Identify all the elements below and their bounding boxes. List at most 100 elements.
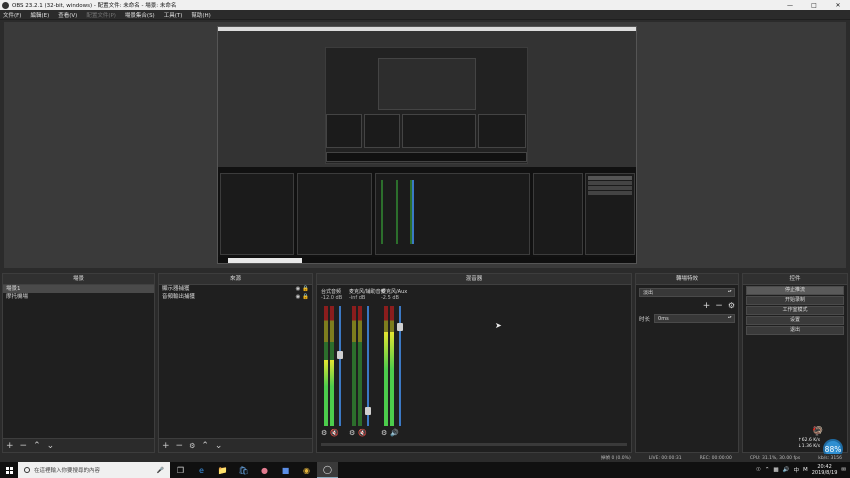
volume-fader[interactable] [397, 306, 403, 426]
obs-logo-icon [2, 1, 9, 9]
exit-button[interactable]: 退出 [746, 326, 844, 335]
start-recording-button[interactable]: 开始录制 [746, 296, 844, 305]
sources-toolbar: + − ⚙ ⌃ ⌄ [159, 438, 312, 452]
move-down-icon[interactable]: ⌄ [215, 441, 223, 451]
menu-help[interactable]: 幫助(H) [191, 11, 210, 19]
scene-item-label: 場景1 [6, 286, 21, 292]
source-item[interactable]: 顯示器捕獲 ◉ 🔒 [159, 285, 312, 293]
fader-handle[interactable] [397, 322, 403, 331]
scenes-header: 場景 [3, 274, 154, 285]
volume-meter [384, 306, 388, 426]
volume-fader[interactable] [365, 306, 371, 426]
speaker-muted-icon[interactable]: 🔇 [358, 429, 367, 437]
source-item[interactable]: 音頻輸出捕獲 ◉ 🔒 [159, 293, 312, 301]
transition-select[interactable]: 淡出 [639, 288, 735, 297]
remove-scene-button[interactable]: − [20, 441, 28, 451]
volume-icon[interactable]: 🔊 [783, 467, 790, 473]
gear-icon[interactable]: ⚙ [189, 441, 195, 451]
duration-label: 时长 [639, 316, 651, 323]
app-icon-2[interactable]: ■ [275, 462, 296, 478]
clock-date: 2019/8/19 [811, 470, 838, 476]
nested-mixer-panel [375, 173, 530, 255]
task-view-icon[interactable]: ❐ [170, 462, 191, 478]
taskbar-search[interactable]: 在這裡輸入你要搜尋的內容 🎤 [18, 462, 170, 478]
app-icon[interactable]: ● [254, 462, 275, 478]
scenes-panel: 場景 場景1 摩托機場 + − ⌃ ⌄ [2, 273, 155, 453]
volume-meter [330, 306, 334, 426]
minimize-icon[interactable]: — [778, 2, 802, 9]
nested-sources-panel [297, 173, 372, 255]
title-bar: OBS 23.2.1 (32-bit, windows) - 配置文件: 未命名… [0, 0, 850, 10]
scene-item-label: 摩托機場 [6, 294, 29, 300]
fader-handle[interactable] [337, 350, 343, 359]
scenes-toolbar: + − ⌃ ⌄ [3, 438, 154, 452]
chrome-icon[interactable]: ◉ [296, 462, 317, 478]
scene-item[interactable]: 場景1 [3, 285, 154, 293]
remove-source-button[interactable]: − [176, 441, 184, 451]
volume-fader[interactable] [337, 306, 343, 426]
stop-streaming-button[interactable]: 停止推流 [746, 286, 844, 295]
add-transition-button[interactable]: + [703, 301, 711, 311]
remove-transition-button[interactable]: − [715, 301, 723, 311]
chevron-up-icon[interactable]: ⌃ [765, 467, 770, 473]
scene-item[interactable]: 摩托機場 [3, 293, 154, 301]
mixer-scrollbar[interactable] [321, 443, 627, 446]
nested-mixer [402, 114, 476, 148]
edge-icon[interactable]: e [191, 462, 212, 478]
move-up-icon[interactable]: ⌃ [201, 441, 209, 451]
move-up-icon[interactable]: ⌃ [33, 441, 41, 451]
obs-taskbar-icon[interactable]: ◯ [317, 462, 338, 478]
menu-view[interactable]: 查看(V) [58, 11, 77, 19]
add-source-button[interactable]: + [162, 441, 170, 451]
eye-icon[interactable]: ◉ 🔒 [296, 285, 309, 293]
maximize-icon[interactable]: □ [802, 2, 826, 9]
nested-scenes-panel [220, 173, 294, 255]
preview-area[interactable] [4, 22, 846, 268]
duration-stepper[interactable]: 0ms [654, 314, 735, 323]
move-down-icon[interactable]: ⌄ [47, 441, 55, 451]
nested-deep-preview [378, 58, 476, 110]
fader-handle[interactable] [365, 406, 371, 415]
menu-profile[interactable]: 配置文件(P) [86, 11, 116, 19]
menu-tools[interactable]: 工具(T) [164, 11, 183, 19]
controls-panel: 控件 停止推流 开始录制 工作室模式 设置 退出 [742, 273, 848, 453]
microphone-icon[interactable]: 🎤 [157, 467, 164, 474]
gear-icon[interactable]: ⚙ [381, 429, 387, 437]
gear-icon[interactable]: ⚙ [728, 301, 735, 310]
menu-edit[interactable]: 編輯(E) [30, 11, 49, 19]
channel-db: -2.5 dB [381, 295, 399, 301]
nested-scenes [326, 114, 362, 148]
settings-button[interactable]: 设置 [746, 316, 844, 325]
speaker-icon[interactable]: 🔊 [390, 429, 399, 437]
windows-start-icon[interactable] [0, 462, 18, 478]
eye-icon[interactable]: ◉ 🔒 [296, 293, 309, 301]
store-icon[interactable]: 🛍 [233, 462, 254, 478]
volume-meter [324, 306, 328, 426]
add-scene-button[interactable]: + [6, 441, 14, 451]
notification-icon[interactable]: ✉ [841, 467, 846, 473]
nested-taskbar [326, 152, 527, 162]
menu-scene-collection[interactable]: 場景集合(S) [125, 11, 155, 19]
source-item-label: 音頻輸出捕獲 [162, 294, 196, 300]
speaker-muted-icon[interactable]: 🔇 [330, 429, 339, 437]
gear-icon[interactable]: ⚙ [321, 429, 327, 437]
person-icon[interactable]: ☉ [756, 467, 761, 473]
window-controls: — □ ✕ [778, 2, 850, 9]
studio-mode-button[interactable]: 工作室模式 [746, 306, 844, 315]
network-icon[interactable]: ▩ [773, 467, 778, 473]
sources-header: 來源 [159, 274, 312, 285]
nested-controls [478, 114, 526, 148]
volume-meter [358, 306, 362, 426]
taskbar-clock[interactable]: 20:42 2019/8/19 [812, 464, 838, 476]
menu-file[interactable]: 文件(F) [3, 11, 21, 19]
close-icon[interactable]: ✕ [826, 2, 850, 9]
gear-icon[interactable]: ⚙ [349, 429, 355, 437]
nested-controls-panel [585, 173, 635, 255]
windows-taskbar: 在這裡輸入你要搜尋的內容 🎤 ❐ e 📁 🛍 ● ■ ◉ ◯ ☉ ⌃ ▩ 🔊 中… [0, 462, 850, 478]
file-explorer-icon[interactable]: 📁 [212, 462, 233, 478]
preview-canvas[interactable] [217, 26, 637, 264]
channel-name: 麦克风/Aux [381, 289, 408, 295]
ime-mode[interactable]: M [803, 467, 808, 473]
network-speed-widget[interactable]: 🦃 ↑62.6 K/s ↓1.36 K/s 88% [798, 427, 848, 459]
ime-indicator[interactable]: 中 [793, 466, 799, 474]
